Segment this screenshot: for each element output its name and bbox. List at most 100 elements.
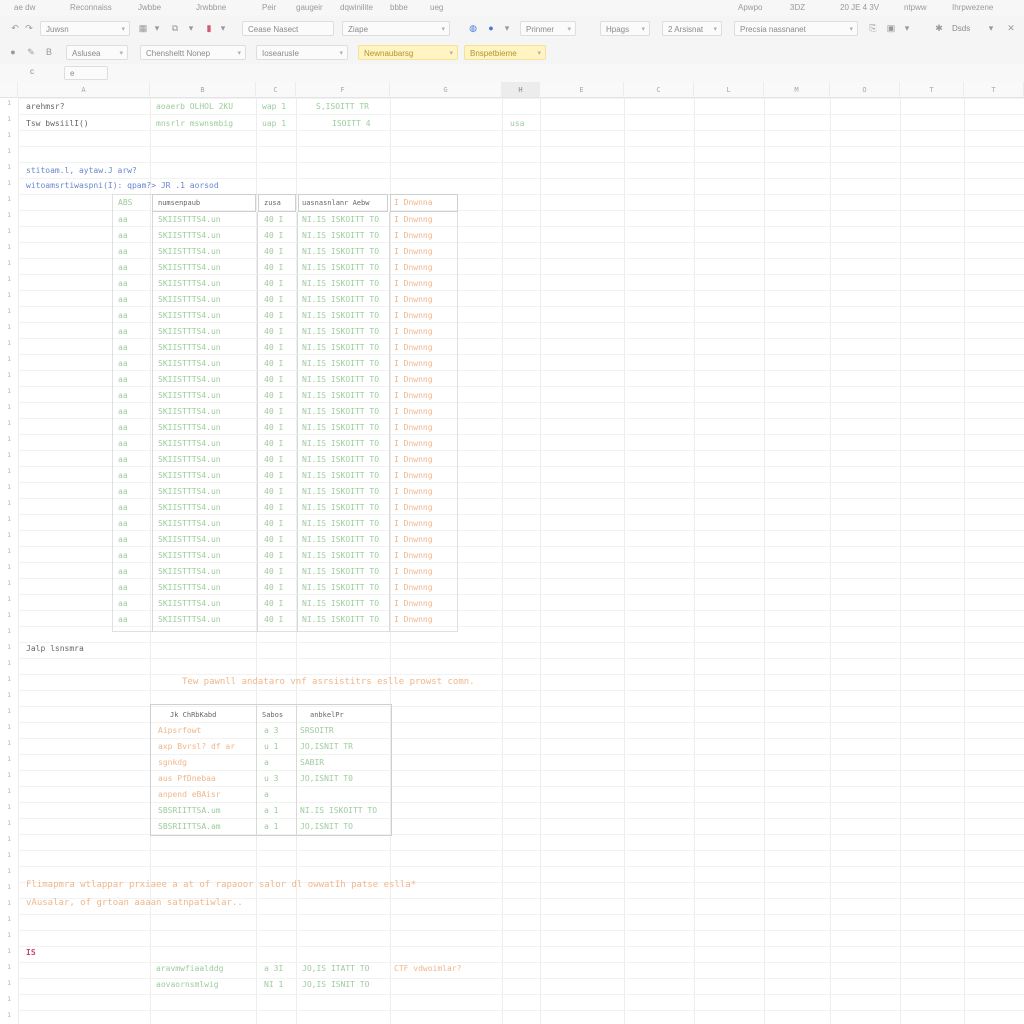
font-family-select[interactable]: Aslusea ▾ (66, 45, 128, 60)
summary-cell[interactable]: anpend eBAisr (158, 788, 221, 802)
column-header[interactable]: T (964, 82, 1024, 98)
table-cell[interactable]: NI.IS ISKOITT TO (302, 405, 379, 419)
table-cell[interactable]: aa (118, 213, 128, 227)
row-number[interactable]: 1 (0, 308, 18, 315)
table-cell[interactable]: aa (118, 245, 128, 259)
formula-input[interactable]: e (64, 66, 108, 80)
table-cell[interactable]: aa (118, 469, 128, 483)
summary-cell[interactable]: a 1 (264, 820, 278, 834)
table-cell[interactable]: 40 I (264, 597, 283, 611)
table-cell[interactable]: SKIISTTTS4.un (158, 213, 221, 227)
row-number[interactable]: 1 (0, 500, 18, 507)
table-cell[interactable]: I Dnwnng (394, 581, 433, 595)
table-cell[interactable]: aa (118, 549, 128, 563)
table-cell[interactable]: aa (118, 293, 128, 307)
table-cell[interactable]: aa (118, 341, 128, 355)
table-cell[interactable]: NI.IS ISKOITT TO (302, 613, 379, 627)
row-number[interactable]: 1 (0, 452, 18, 459)
table-cell[interactable]: I Dnwnng (394, 229, 433, 243)
summary-cell[interactable]: a 1 (264, 804, 278, 818)
table-cell[interactable]: SKIISTTTS4.un (158, 597, 221, 611)
style-select[interactable]: Hpags ▾ (600, 21, 650, 36)
menu-item[interactable]: Reconnaiss (70, 3, 112, 12)
table-cell[interactable]: NI.IS ISKOITT TO (302, 277, 379, 291)
row-number[interactable]: 1 (0, 948, 18, 955)
align-select[interactable]: 2 Arsisnat ▾ (662, 21, 722, 36)
table-cell[interactable]: NI.IS ISKOITT TO (302, 517, 379, 531)
table-cell[interactable]: 40 I (264, 373, 283, 387)
undo-icon[interactable]: ↶ (8, 21, 22, 35)
table-cell[interactable]: 40 I (264, 245, 283, 259)
table-cell[interactable]: NI.IS ISKOITT TO (302, 245, 379, 259)
chevron-down-icon[interactable]: ▾ (900, 21, 914, 35)
table-cell[interactable]: NI.IS ISKOITT TO (302, 581, 379, 595)
menu-item[interactable]: bbbe (390, 3, 408, 12)
row-number[interactable]: 1 (0, 1012, 18, 1019)
row-number[interactable]: 1 (0, 916, 18, 923)
row-number[interactable]: 1 (0, 404, 18, 411)
table-cell[interactable]: I Dnwnng (394, 309, 433, 323)
table-cell[interactable]: aa (118, 485, 128, 499)
marker[interactable]: IS (26, 946, 36, 960)
row-number[interactable]: 1 (0, 788, 18, 795)
table-cell[interactable]: I Dnwnng (394, 453, 433, 467)
table-cell[interactable]: aa (118, 581, 128, 595)
table-cell[interactable]: 40 I (264, 229, 283, 243)
note-text[interactable]: Flimapmra wtlappar prxiaee a at of rapao… (26, 878, 416, 892)
summary-cell[interactable]: u 3 (264, 772, 278, 786)
table-cell[interactable]: I Dnwnng (394, 533, 433, 547)
summary-cell[interactable]: Aipsrfowt (158, 724, 201, 738)
paint-icon[interactable]: ▮ (202, 21, 216, 35)
summary-cell[interactable]: SBSRIITTSA.am (158, 820, 221, 834)
table-cell[interactable]: NI.IS ISKOITT TO (302, 357, 379, 371)
row-number[interactable]: 1 (0, 532, 18, 539)
table-cell[interactable]: SKIISTTTS4.un (158, 309, 221, 323)
summary-cell[interactable]: NI.IS ISKOITT TO (300, 804, 377, 818)
row-number[interactable]: 1 (0, 260, 18, 267)
table-cell[interactable]: SKIISTTTS4.un (158, 581, 221, 595)
gear-icon[interactable]: ✱ (932, 21, 946, 35)
table-cell[interactable]: I Dnwnng (394, 325, 433, 339)
table-cell[interactable]: 40 I (264, 261, 283, 275)
font-name-select[interactable]: Cease Nasect (242, 21, 334, 36)
row-number[interactable]: 1 (0, 884, 18, 891)
row-number[interactable]: 1 (0, 612, 18, 619)
row-number[interactable]: 1 (0, 212, 18, 219)
table-cell[interactable]: 40 I (264, 389, 283, 403)
table-cell[interactable]: 40 I (264, 293, 283, 307)
table-header[interactable]: I Dnwnna (394, 196, 433, 210)
grid-icon[interactable]: ▦ (136, 21, 150, 35)
summary-cell[interactable]: SBSRIITTSA.um (158, 804, 221, 818)
table-cell[interactable]: SKIISTTTS4.un (158, 533, 221, 547)
redo-icon[interactable]: ↷ (22, 21, 36, 35)
menu-item[interactable]: ae dw (14, 3, 35, 12)
table-cell[interactable]: I Dnwnng (394, 389, 433, 403)
table-cell[interactable]: SKIISTTTS4.un (158, 421, 221, 435)
column-header[interactable]: E (540, 82, 624, 98)
table-cell[interactable]: aa (118, 389, 128, 403)
column-header[interactable]: G (390, 82, 502, 98)
layout-select[interactable]: Iosearusle ▾ (256, 45, 348, 60)
row-number[interactable]: 1 (0, 724, 18, 731)
cell-style-button[interactable]: Newnaubarsg ▾ (358, 45, 458, 60)
chevron-down-icon[interactable]: ▾ (216, 21, 230, 35)
table-cell[interactable]: I Dnwnng (394, 485, 433, 499)
table-cell[interactable]: 40 I (264, 581, 283, 595)
row-number[interactable]: 1 (0, 692, 18, 699)
menu-item[interactable]: Apwpo (738, 3, 762, 12)
summary-cell[interactable]: SABIR (300, 756, 324, 770)
table-cell[interactable]: aa (118, 517, 128, 531)
row-number[interactable]: 1 (0, 324, 18, 331)
row-number[interactable]: 1 (0, 116, 18, 123)
column-header[interactable]: M (764, 82, 830, 98)
note-text[interactable]: Tew pawnll andataro vnf asrsistitrs esll… (182, 675, 475, 689)
format-select[interactable]: Prinmer ▾ (520, 21, 576, 36)
theme-select[interactable]: Chensheltt Nonep ▾ (140, 45, 246, 60)
row-number[interactable]: 1 (0, 852, 18, 859)
table-cell[interactable]: 40 I (264, 277, 283, 291)
cell[interactable]: aoaerb OLHOL 2KU (156, 100, 233, 114)
row-number[interactable]: 1 (0, 628, 18, 635)
bold-icon[interactable]: B (42, 45, 56, 59)
table-cell[interactable]: SKIISTTTS4.un (158, 325, 221, 339)
conditional-style-button[interactable]: Bnspetbieme ▾ (464, 45, 546, 60)
